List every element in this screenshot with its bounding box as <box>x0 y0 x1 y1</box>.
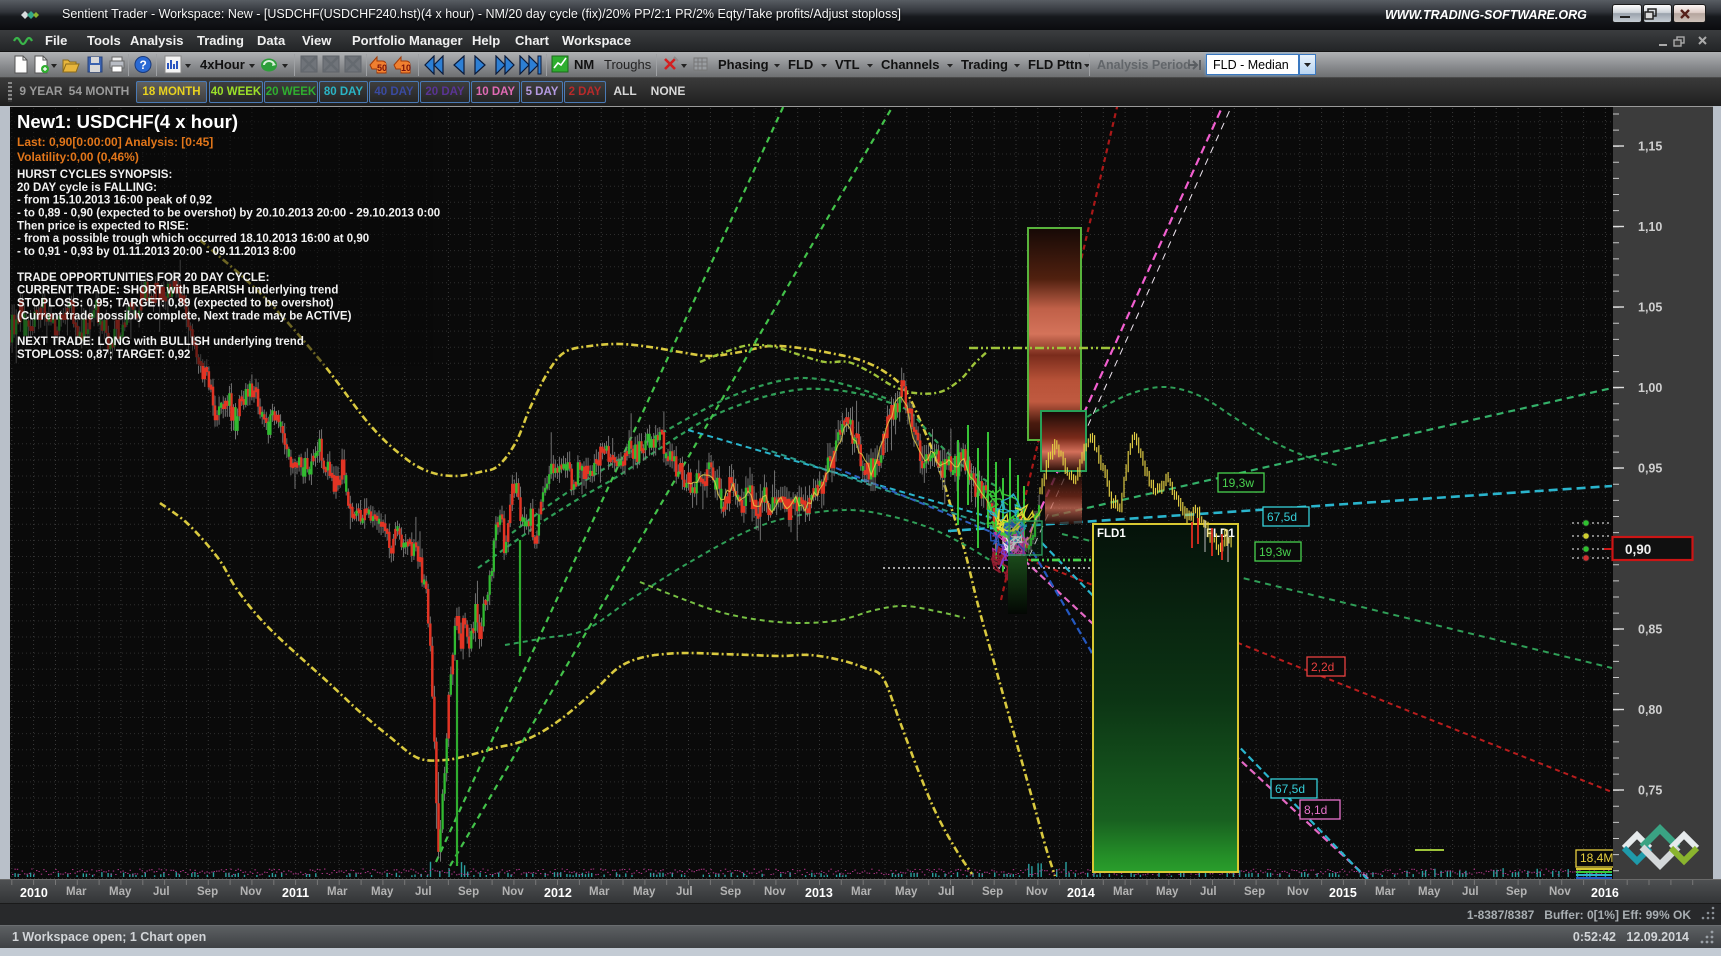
svg-text:67,5d: 67,5d <box>1267 510 1297 524</box>
svg-text:STOPLOSS: 0,87; TARGET: 0,92: STOPLOSS: 0,87; TARGET: 0,92 <box>17 349 190 361</box>
svg-text:HURST CYCLES SYNOPSIS:: HURST CYCLES SYNOPSIS: <box>17 169 172 181</box>
svg-text:?: ? <box>140 58 147 72</box>
svg-text:10: 10 <box>401 63 411 73</box>
svg-text:0,90: 0,90 <box>1625 542 1651 557</box>
svg-text:8,1d: 8,1d <box>1304 803 1327 817</box>
svg-text:50: 50 <box>377 63 387 73</box>
svg-text:2,2d: 2,2d <box>1311 660 1334 674</box>
svg-text:FLD1: FLD1 <box>1097 528 1126 540</box>
svg-text:19,3w: 19,3w <box>1222 476 1254 490</box>
svg-text:- to 0,91 - 0,93 by 01.11.2013: - to 0,91 - 0,93 by 01.11.2013 20:00 - 0… <box>17 246 296 258</box>
svg-text:- from 15.10.2013 16:00 peak o: - from 15.10.2013 16:00 peak of 0,92 <box>17 195 212 207</box>
svg-text:- to 0,89 - 0,90 (expected to: - to 0,89 - 0,90 (expected to be oversho… <box>17 208 440 220</box>
svg-text:0,75: 0,75 <box>1638 784 1662 798</box>
svg-text:1,05: 1,05 <box>1638 301 1662 315</box>
svg-text:Then price is expected to RISE: Then price is expected to RISE: <box>17 220 189 232</box>
svg-text:1,00: 1,00 <box>1638 381 1662 395</box>
svg-text:STOPLOSS: 0,95; TARGET: 0,89 (: STOPLOSS: 0,95; TARGET: 0,89 (expected t… <box>17 298 334 310</box>
svg-text:(Current trade possibly comple: (Current trade possibly complete, Next t… <box>17 310 352 322</box>
svg-text:NEXT TRADE: LONG with BULLISH: NEXT TRADE: LONG with BULLISH underlying… <box>17 336 304 348</box>
svg-text:- from a possible trough which: - from a possible trough which occurred … <box>17 233 369 245</box>
svg-text:1,10: 1,10 <box>1638 220 1662 234</box>
svg-text:19,3w: 19,3w <box>1259 545 1291 559</box>
svg-text:TRADE OPPORTUNITIES FOR 20 DAY: TRADE OPPORTUNITIES FOR 20 DAY CYCLE: <box>17 272 269 284</box>
svg-text:Volatility:0,00 (0,46%): Volatility:0,00 (0,46%) <box>17 150 139 164</box>
svg-text:CURRENT TRADE: SHORT with BEAR: CURRENT TRADE: SHORT with BEARISH underl… <box>17 285 338 297</box>
svg-text:18,4M: 18,4M <box>1580 851 1613 865</box>
svg-text:67,5d: 67,5d <box>1275 782 1305 796</box>
svg-text:0,80: 0,80 <box>1638 703 1662 717</box>
svg-text:0,95: 0,95 <box>1638 462 1662 476</box>
svg-text:New1: USDCHF(4 x hour): New1: USDCHF(4 x hour) <box>17 111 238 132</box>
svg-text:Last: 0,90[0:00:00] Analysis:: Last: 0,90[0:00:00] Analysis: [0:45] <box>17 135 213 149</box>
svg-text:0,85: 0,85 <box>1638 623 1662 637</box>
svg-text:20 DAY cycle is FALLING:: 20 DAY cycle is FALLING: <box>17 182 157 194</box>
svg-text:1,15: 1,15 <box>1638 140 1662 154</box>
